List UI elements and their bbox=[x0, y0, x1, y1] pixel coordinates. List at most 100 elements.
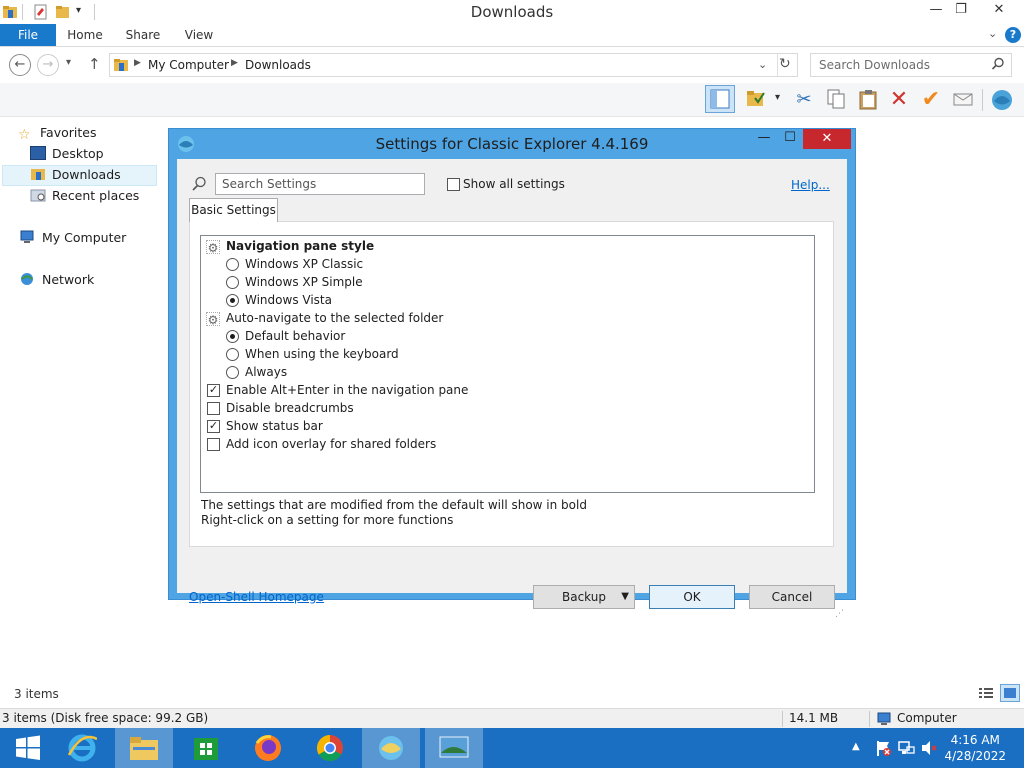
recent-locations-dropdown-icon[interactable]: ▾ bbox=[66, 57, 71, 68]
address-dropdown-icon[interactable]: ⌄ bbox=[758, 58, 767, 71]
settings-search-input[interactable]: Search Settings bbox=[215, 173, 425, 195]
nav-desktop[interactable]: Desktop bbox=[30, 144, 104, 164]
nav-recent-places[interactable]: Recent places bbox=[30, 186, 139, 206]
tab-file[interactable]: File bbox=[0, 24, 56, 46]
disable-breadcrumbs-checkbox[interactable] bbox=[207, 402, 220, 415]
setting-auto-navigate[interactable]: Auto-navigate to the selected folder bbox=[226, 311, 443, 325]
separator bbox=[869, 711, 870, 727]
dialog-close-button[interactable]: ✕ bbox=[803, 129, 851, 149]
nav-network[interactable]: Network bbox=[20, 270, 94, 290]
nav-favorites[interactable]: ☆ Favorites bbox=[18, 123, 96, 143]
label-default-behavior[interactable]: Default behavior bbox=[245, 329, 345, 343]
backup-button[interactable]: Backup ▼ bbox=[533, 585, 635, 609]
action-center-flag-icon[interactable] bbox=[874, 739, 892, 757]
label-alt-enter[interactable]: Enable Alt+Enter in the navigation pane bbox=[226, 383, 468, 397]
nav-downloads-label: Downloads bbox=[52, 167, 121, 182]
folder-options-icon[interactable] bbox=[744, 88, 768, 112]
setting-nav-style[interactable]: Navigation pane style bbox=[226, 239, 374, 253]
radio-keyboard[interactable] bbox=[226, 348, 239, 361]
cut-icon[interactable]: ✂ bbox=[792, 88, 816, 112]
firefox-icon[interactable] bbox=[240, 728, 296, 768]
alt-enter-checkbox[interactable]: ✓ bbox=[207, 384, 220, 397]
separator bbox=[782, 711, 783, 727]
tab-share[interactable]: Share bbox=[122, 24, 164, 46]
chrome-icon[interactable] bbox=[302, 728, 358, 768]
label-vista[interactable]: Windows Vista bbox=[245, 293, 332, 307]
copy-icon[interactable] bbox=[824, 88, 848, 112]
refresh-icon[interactable]: ↻ bbox=[779, 56, 791, 72]
resize-grip-icon[interactable]: ⋰ bbox=[835, 609, 844, 619]
classic-explorer-settings-taskbar-icon[interactable] bbox=[362, 728, 420, 768]
nav-my-computer[interactable]: My Computer bbox=[20, 228, 126, 248]
paste-icon[interactable] bbox=[856, 88, 880, 112]
tab-basic-settings[interactable]: Basic Settings bbox=[189, 198, 278, 222]
expand-ribbon-icon[interactable]: ⌄ bbox=[988, 27, 997, 40]
network-status-icon[interactable] bbox=[897, 739, 915, 757]
gear-icon: ⚙ bbox=[206, 312, 220, 327]
properties-check-icon[interactable]: ✔ bbox=[919, 88, 943, 112]
icon-overlay-checkbox[interactable] bbox=[207, 438, 220, 451]
address-row: ← → ▾ ↑ ▶ My Computer ▶ Downloads ⌄ ↻ Se… bbox=[0, 47, 1024, 83]
footer-note-right-click: Right-click on a setting for more functi… bbox=[201, 513, 454, 527]
radio-xp-simple[interactable] bbox=[226, 276, 239, 289]
address-bar[interactable]: ▶ My Computer ▶ Downloads ⌄ ↻ bbox=[109, 53, 798, 77]
dialog-maximize-button[interactable]: ☐ bbox=[775, 129, 805, 149]
show-hidden-icons-icon[interactable]: ▲ bbox=[852, 741, 860, 752]
volume-muted-icon[interactable] bbox=[920, 739, 938, 757]
backup-dropdown-icon[interactable]: ▼ bbox=[621, 586, 629, 608]
classic-explorer-settings-icon[interactable] bbox=[990, 88, 1014, 112]
breadcrumb-separator-icon[interactable]: ▶ bbox=[231, 58, 238, 68]
navigation-pane-icon[interactable] bbox=[705, 85, 735, 113]
store-icon[interactable] bbox=[178, 728, 234, 768]
maximize-button[interactable]: ❐ bbox=[946, 0, 976, 22]
control-panel-taskbar-icon[interactable] bbox=[425, 728, 483, 768]
star-icon: ☆ bbox=[18, 127, 31, 143]
radio-vista[interactable] bbox=[226, 294, 239, 307]
radio-xp-classic[interactable] bbox=[226, 258, 239, 271]
tab-view[interactable]: View bbox=[180, 24, 218, 46]
label-show-status-bar[interactable]: Show status bar bbox=[226, 419, 323, 433]
details-view-icon[interactable] bbox=[978, 686, 994, 700]
up-button[interactable]: ↑ bbox=[88, 55, 101, 73]
breadcrumb-separator-icon[interactable]: ▶ bbox=[134, 58, 141, 68]
cancel-button[interactable]: Cancel bbox=[749, 585, 835, 609]
start-button[interactable] bbox=[0, 728, 56, 768]
help-icon[interactable]: ? bbox=[1005, 27, 1021, 43]
delete-icon[interactable]: ✕ bbox=[887, 88, 911, 112]
ok-button[interactable]: OK bbox=[649, 585, 735, 609]
label-xp-simple[interactable]: Windows XP Simple bbox=[245, 275, 363, 289]
search-icon[interactable] bbox=[991, 57, 1005, 71]
label-disable-breadcrumbs[interactable]: Disable breadcrumbs bbox=[226, 401, 354, 415]
label-icon-overlay[interactable]: Add icon overlay for shared folders bbox=[226, 437, 436, 451]
help-link[interactable]: Help... bbox=[791, 178, 830, 192]
radio-default-behavior[interactable] bbox=[226, 330, 239, 343]
classic-toolbar: ▾ ✂ ✕ ✔ bbox=[0, 83, 1024, 117]
label-xp-classic[interactable]: Windows XP Classic bbox=[245, 257, 363, 271]
label-always[interactable]: Always bbox=[245, 365, 287, 379]
file-explorer-icon[interactable] bbox=[115, 728, 173, 768]
settings-list: ⚙ Navigation pane style Windows XP Class… bbox=[200, 235, 815, 493]
folder-options-dropdown-icon[interactable]: ▾ bbox=[775, 92, 780, 103]
downloads-folder-icon bbox=[113, 57, 129, 73]
gear-icon: ⚙ bbox=[206, 240, 220, 255]
email-icon[interactable] bbox=[951, 88, 975, 112]
breadcrumb-my-computer[interactable]: My Computer bbox=[148, 58, 229, 72]
open-shell-homepage-link[interactable]: Open-Shell Homepage bbox=[189, 590, 324, 604]
show-all-settings-checkbox[interactable] bbox=[447, 178, 460, 191]
radio-always[interactable] bbox=[226, 366, 239, 379]
back-button[interactable]: ← bbox=[9, 54, 31, 76]
internet-explorer-icon[interactable] bbox=[54, 728, 110, 768]
close-button[interactable]: ✕ bbox=[984, 0, 1014, 22]
label-keyboard[interactable]: When using the keyboard bbox=[245, 347, 399, 361]
forward-button[interactable]: → bbox=[37, 54, 59, 76]
tab-home[interactable]: Home bbox=[64, 24, 106, 46]
desktop-icon bbox=[30, 146, 46, 160]
system-clock[interactable]: 4:16 AM 4/28/2022 bbox=[944, 732, 1006, 764]
search-placeholder: Search Downloads bbox=[819, 58, 930, 72]
nav-downloads[interactable]: Downloads bbox=[30, 165, 121, 185]
show-status-bar-checkbox[interactable]: ✓ bbox=[207, 420, 220, 433]
backup-button-label: Backup bbox=[562, 590, 606, 604]
large-icons-view-icon[interactable] bbox=[1000, 684, 1020, 702]
search-input[interactable]: Search Downloads bbox=[810, 53, 1012, 77]
breadcrumb-downloads[interactable]: Downloads bbox=[245, 58, 311, 72]
